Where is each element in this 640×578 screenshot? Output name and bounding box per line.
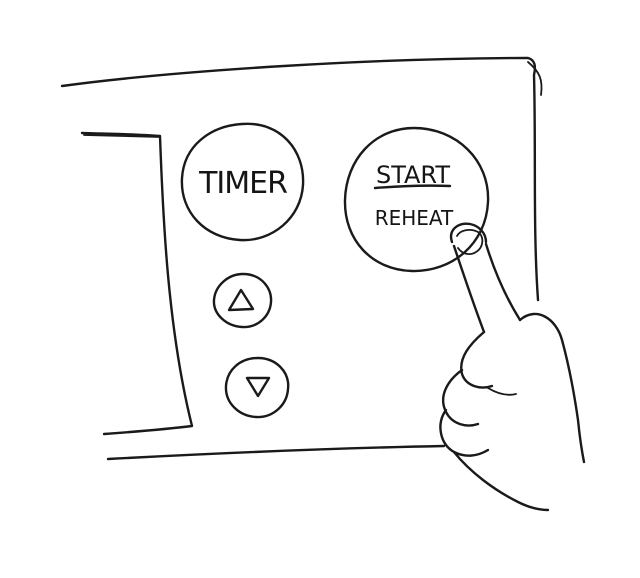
panel-outline: [60, 56, 543, 461]
appliance-control-panel-sketch: TIMER START REHEAT: [60, 56, 586, 512]
triangle-up-icon: [227, 288, 255, 312]
reheat-label: REHEAT: [375, 206, 454, 230]
display-window: [80, 131, 194, 436]
pointing-hand: [439, 222, 586, 512]
up-button[interactable]: [212, 272, 273, 329]
triangle-down-icon: [245, 376, 271, 398]
down-button[interactable]: [224, 356, 290, 419]
timer-button-label: TIMER: [198, 166, 287, 201]
timer-button[interactable]: TIMER: [180, 122, 305, 242]
start-reheat-button[interactable]: START REHEAT: [343, 126, 490, 273]
